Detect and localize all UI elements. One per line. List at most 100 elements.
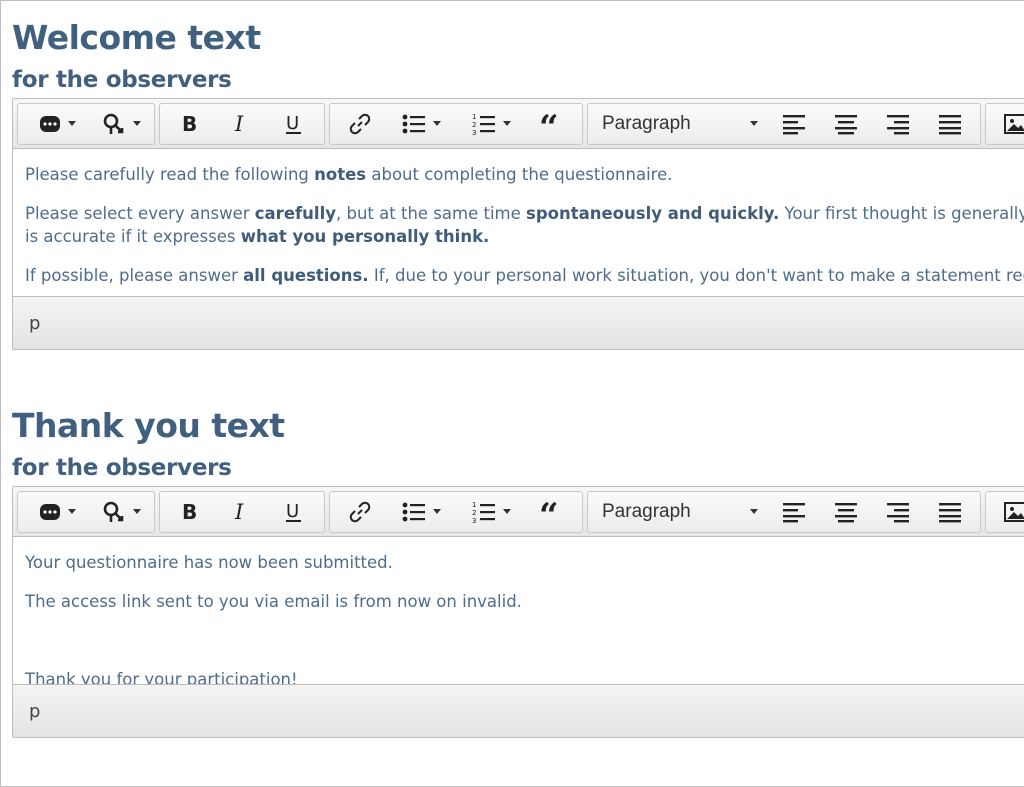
more-dropdown-button[interactable] [22,494,92,530]
align-left-icon [782,113,806,135]
italic-icon: I [233,501,251,523]
text-run: If possible, please answer [25,266,244,285]
align-justify-button[interactable] [924,106,976,142]
text-run: is accurate if it expresses [25,227,241,246]
bold-text-run: all questions. [243,266,369,285]
align-justify-icon [938,501,962,523]
bold-text-run: spontaneously and quickly. [526,204,780,223]
paragraph-format-value: Paragraph [602,500,691,522]
svg-text:3: 3 [472,129,476,136]
numbered-list-button[interactable]: 123 [456,106,526,142]
editor-paragraph [25,629,1024,652]
text-run: The access link sent to you via email is… [25,592,522,611]
chevron-down-icon [67,121,76,126]
blockquote-button[interactable]: “ [526,106,578,142]
toolbar-group-media [985,490,1024,533]
element-path: p [29,700,41,722]
underline-button[interactable]: U [268,106,320,142]
align-right-button[interactable] [872,106,924,142]
italic-button[interactable]: I [216,494,268,530]
numbered-list-button[interactable]: 123 [456,494,526,530]
format-paint-icon [102,112,126,136]
align-center-icon [834,501,858,523]
align-left-icon [782,501,806,523]
editor-content-area[interactable]: Your questionnaire has now been submitte… [13,537,1024,684]
svg-text:I: I [234,501,244,523]
editor-paragraph: Thank you for your participation! [25,668,1024,684]
align-center-button[interactable] [820,494,872,530]
svg-text:U: U [286,501,299,522]
more-icon [39,114,61,134]
welcome-section: Welcome text for the observers B I U 1 2… [12,18,1024,350]
chevron-down-icon [502,121,511,126]
bold-button[interactable]: B [164,494,216,530]
link-button[interactable] [334,106,386,142]
toolbar-group-block: Paragraph [587,490,981,533]
align-left-button[interactable] [768,494,820,530]
editor-paragraph: The access link sent to you via email is… [25,590,1024,613]
italic-button[interactable]: I [216,106,268,142]
rich-text-editor: B I U 123 “ [12,486,1024,738]
editor-toolbar: B I U 123 “ Paragraph [13,99,1024,149]
svg-text:B: B [182,113,197,135]
link-icon [348,112,372,136]
svg-text:2: 2 [472,121,476,129]
svg-text:1: 1 [472,113,476,121]
text-run: If, due to your personal work situation,… [368,266,1024,285]
chevron-down-icon [67,509,76,514]
align-right-icon [886,501,910,523]
paragraph-format-select[interactable]: Paragraph [592,106,768,142]
blockquote-button[interactable]: “ [526,494,578,530]
chevron-down-icon [132,509,141,514]
bold-icon: B [181,113,199,135]
insert-image-button[interactable] [990,494,1024,530]
editor-status-bar: p [13,296,1024,349]
link-button[interactable] [334,494,386,530]
bold-button[interactable]: B [164,106,216,142]
align-left-button[interactable] [768,106,820,142]
align-right-button[interactable] [872,494,924,530]
underline-icon: U [284,112,304,136]
editor-paragraph: Please carefully read the following note… [25,163,1024,186]
bold-text-run: what you personally think. [240,227,490,246]
image-icon [1004,113,1024,134]
thank-you-section: Thank you text for the observers B I U 1… [12,406,1024,738]
paragraph-format-select[interactable]: Paragraph [592,494,768,530]
svg-text:B: B [182,501,197,523]
svg-text:2: 2 [472,509,476,517]
editor-content-area[interactable]: Please carefully read the following note… [13,149,1024,296]
toolbar-group-insert: 123 “ [329,490,583,533]
section-subtitle: for the observers [12,455,232,481]
toolbar-group-insert: 123 “ [329,102,583,145]
bold-icon: B [181,501,199,523]
blockquote-icon: “ [539,501,565,523]
toolbar-group-media [985,102,1024,145]
bulleted-list-icon [402,113,426,135]
toolbar-group-block: Paragraph [587,102,981,145]
text-run: Your questionnaire has now been submitte… [25,553,393,572]
toolbar-group-text: B I U [159,490,325,533]
align-center-button[interactable] [820,106,872,142]
more-dropdown-button[interactable] [22,106,92,142]
bulleted-list-button[interactable] [386,106,456,142]
section-subtitle: for the observers [12,67,232,93]
align-justify-icon [938,113,962,135]
align-justify-button[interactable] [924,494,976,530]
svg-text:U: U [286,113,299,134]
rich-text-editor: B I U 123 “ [12,98,1024,350]
svg-text:I: I [234,113,244,135]
bulleted-list-button[interactable] [386,494,456,530]
align-center-icon [834,113,858,135]
chevron-down-icon [432,509,441,514]
format-paint-dropdown-button[interactable] [92,106,150,142]
text-run: Your first thought is generally als [784,204,1024,223]
format-paint-dropdown-button[interactable] [92,494,150,530]
format-paint-icon [102,500,126,524]
element-path: p [29,312,41,334]
insert-image-button[interactable] [990,106,1024,142]
chevron-down-icon [432,121,441,126]
editor-paragraph: If possible, please answer all questions… [25,264,1024,287]
underline-button[interactable]: U [268,494,320,530]
section-title: Thank you text [12,406,285,445]
bold-text-run: notes [314,165,367,184]
